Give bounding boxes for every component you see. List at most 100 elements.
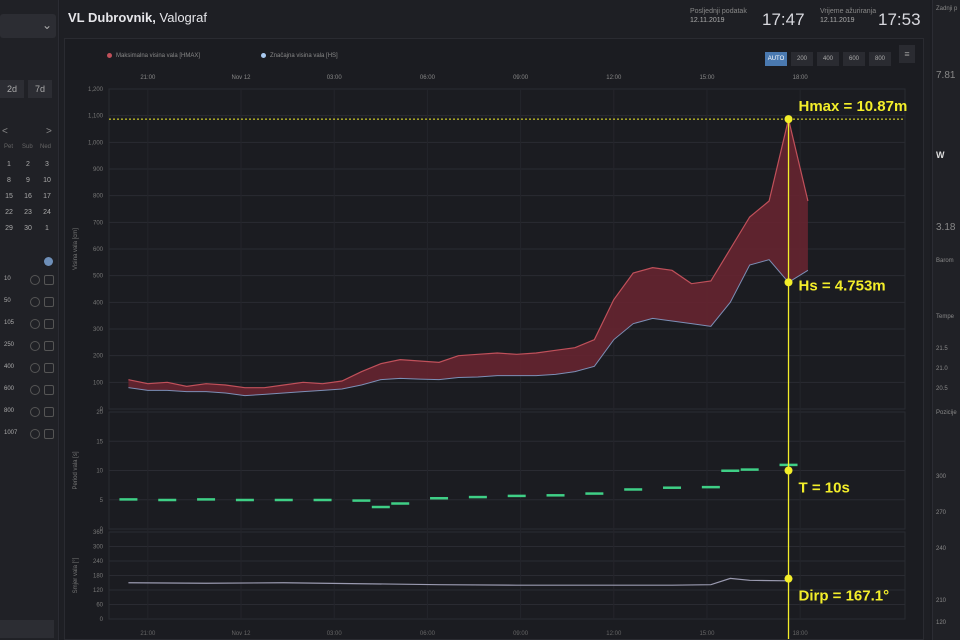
period-point (391, 502, 410, 505)
depth-row[interactable]: 800 (0, 402, 56, 422)
right-panel-label: Pozicije (936, 410, 957, 416)
calendar-day[interactable]: 16 (21, 190, 35, 204)
x-tick-label-bottom: 06:00 (420, 631, 436, 637)
x-tick-label-bottom: 03:00 (327, 631, 343, 637)
calendar-day[interactable]: 8 (2, 174, 16, 188)
period-point (624, 488, 643, 491)
depth-row[interactable]: 50 (0, 292, 56, 312)
system-time: 17:53 (878, 10, 921, 29)
annotation-t: T = 10s (799, 480, 850, 497)
y-tick-label: 360 (93, 530, 104, 536)
range-button-7d[interactable]: 7d (28, 80, 52, 98)
calendar-day[interactable]: 1 (2, 158, 16, 172)
y-tick-label: 600 (93, 247, 104, 253)
depth-row[interactable]: 250 (0, 336, 56, 356)
depth-row[interactable]: 600 (0, 380, 56, 400)
station-select[interactable]: ⌄ (0, 14, 56, 38)
right-panel-label: Zadnji p (936, 6, 958, 12)
calendar-day[interactable]: 29 (2, 222, 16, 236)
lock-icon[interactable] (44, 363, 54, 373)
right-panel-label: 270 (936, 510, 947, 516)
station-name: VL Dubrovnik, (68, 10, 156, 25)
period-point (740, 468, 759, 471)
main-area: VL Dubrovnik, Valograf Posljednji podata… (60, 0, 930, 640)
depth-row[interactable]: 1007 (0, 424, 56, 444)
lock-icon[interactable] (44, 275, 54, 285)
y-tick-label: 700 (93, 220, 104, 226)
calendar-day[interactable]: 3 (40, 158, 54, 172)
lock-icon[interactable] (44, 407, 54, 417)
period-point (235, 498, 254, 502)
depth-label: 10 (4, 276, 11, 282)
calendar-prev-icon[interactable]: < (2, 126, 8, 137)
lock-icon[interactable] (44, 385, 54, 395)
y-tick-label: 100 (93, 380, 104, 386)
calendar-next-icon[interactable]: > (46, 126, 52, 137)
status-dot-icon (44, 257, 53, 266)
period-point (119, 498, 138, 501)
sidebar: ⌄ 2d 7d < > Pet Sub Ned 1 2 3 8 9 10 15 16 17 22 2… (0, 0, 59, 640)
period-point (313, 498, 332, 502)
y-tick-label: 400 (93, 300, 104, 306)
lock-icon[interactable] (44, 319, 54, 329)
radio-icon[interactable] (30, 341, 40, 351)
calendar-day[interactable]: 2 (21, 158, 35, 172)
period-point (197, 498, 216, 501)
radio-icon[interactable] (30, 407, 40, 417)
y-tick-label: 900 (93, 167, 104, 173)
calendar-day[interactable]: 15 (2, 190, 16, 204)
calendar-day[interactable]: 22 (2, 206, 16, 220)
system-time-label: Vrijeme ažuriranja (820, 8, 877, 15)
depth-row[interactable]: 105 (0, 314, 56, 334)
right-panel-label: 21.5 (936, 346, 948, 352)
calendar-day[interactable]: 30 (21, 222, 35, 236)
station-type: Valograf (155, 10, 207, 25)
radio-icon[interactable] (30, 363, 40, 373)
calendar-day[interactable]: 1 (40, 222, 54, 236)
radio-icon[interactable] (30, 275, 40, 285)
range-button-2d[interactable]: 2d (0, 80, 24, 98)
calendar-day[interactable]: 17 (40, 190, 54, 204)
y-tick-label: 15 (96, 439, 103, 445)
y-axis-label: Smjer vala [°] (73, 557, 79, 593)
calendar-day[interactable]: 23 (21, 206, 35, 220)
right-panel-label: 20.5 (936, 386, 948, 392)
chart-panel: Maksimalna visina vala [HMAX] Značajna v… (64, 38, 924, 640)
y-axis-label: Visina vala [cm] (73, 228, 79, 270)
annotation-hmax: Hmax = 10.87m (799, 98, 908, 115)
lock-icon[interactable] (44, 297, 54, 307)
right-panel-label: 210 (936, 598, 947, 604)
chevron-down-icon: ⌄ (41, 18, 52, 32)
radio-icon[interactable] (30, 385, 40, 395)
calendar-day[interactable]: 24 (40, 206, 54, 220)
period-point (663, 486, 682, 489)
x-tick-label-top: 15:00 (699, 75, 715, 81)
lock-icon[interactable] (44, 341, 54, 351)
y-tick-label: 300 (93, 545, 104, 551)
depth-label: 1007 (4, 430, 18, 436)
depth-label: 250 (4, 342, 15, 348)
calendar-day[interactable]: 10 (40, 174, 54, 188)
lock-icon[interactable] (44, 429, 54, 439)
period-point (546, 494, 565, 497)
radio-icon[interactable] (30, 319, 40, 329)
x-tick-label-top: 18:00 (793, 75, 809, 81)
period-point (701, 485, 720, 489)
sidebar-bottom-button[interactable] (0, 620, 54, 638)
last-data-date: 12.11.2019 (690, 17, 725, 24)
x-tick-label-top: 12:00 (606, 75, 622, 81)
radio-icon[interactable] (30, 429, 40, 439)
depth-row[interactable]: 10 (0, 270, 56, 290)
depth-row[interactable]: 400 (0, 358, 56, 378)
period-point (721, 469, 740, 472)
calendar-day[interactable]: 9 (21, 174, 35, 188)
y-tick-label: 800 (93, 194, 104, 200)
y-tick-label: 0 (100, 617, 104, 623)
right-panel-label: 300 (936, 474, 947, 480)
right-panel-label: 3.18 (936, 222, 956, 233)
radio-icon[interactable] (30, 297, 40, 307)
x-tick-label-bottom: Nov 12 (232, 631, 252, 637)
period-point (430, 496, 449, 500)
right-panel-label: W (936, 150, 945, 160)
weekday-label: Ned (40, 144, 52, 150)
